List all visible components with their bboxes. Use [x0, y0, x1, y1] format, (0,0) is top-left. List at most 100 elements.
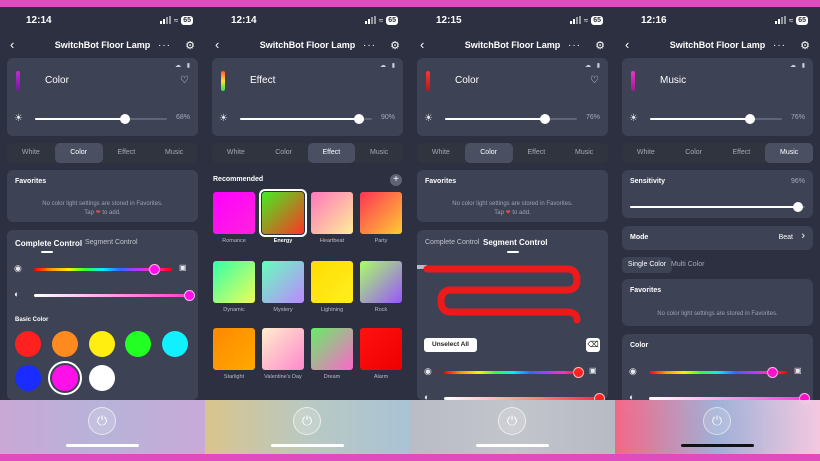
brightness-icon: ☀	[14, 113, 23, 124]
status-time: 12:14	[26, 14, 52, 26]
tab-complete-control[interactable]: Complete Control	[15, 239, 82, 248]
tab-music[interactable]: Music	[560, 143, 608, 163]
swatch-yellow[interactable]	[89, 331, 115, 357]
home-indicator	[476, 444, 549, 447]
tab-music[interactable]: Music	[765, 143, 813, 163]
favorite-heart-icon[interactable]: ♡	[180, 75, 189, 86]
effect-tile[interactable]	[311, 261, 353, 303]
signal-icon	[159, 16, 171, 24]
color-picker-icon[interactable]: ▣	[589, 366, 597, 375]
tab-white[interactable]: White	[417, 143, 465, 163]
power-icon[interactable]: ⏻	[293, 407, 321, 435]
recommended-title: Recommended	[213, 176, 264, 183]
power-bar: ⏻	[205, 400, 410, 454]
swatch-blue[interactable]	[15, 365, 41, 391]
tab-segment-control[interactable]: Segment Control	[483, 238, 547, 247]
sensitivity-slider[interactable]	[630, 202, 805, 212]
swatch-red[interactable]	[15, 331, 41, 357]
effect-tile[interactable]	[311, 192, 353, 234]
more-dots-icon[interactable]: ···	[773, 40, 786, 51]
brightness-slider[interactable]	[35, 114, 167, 124]
tab-complete-control[interactable]: Complete Control	[425, 239, 479, 246]
effect-label: Starlight	[223, 374, 245, 380]
tab-color[interactable]: Color	[464, 143, 513, 163]
effect-tile[interactable]	[262, 261, 304, 303]
nav-title: SwitchBot Floor Lamp	[464, 40, 561, 50]
power-icon[interactable]: ⏻	[498, 407, 526, 435]
tab-white[interactable]: White	[622, 143, 670, 163]
tab-segment-control[interactable]: Segment Control	[85, 239, 138, 246]
mode-tabs: White Color Effect Music	[417, 143, 608, 163]
status-time: 12:16	[641, 14, 667, 26]
swatch-orange[interactable]	[52, 331, 78, 357]
unselect-all-button[interactable]: Unselect All	[424, 338, 477, 352]
power-bar: ⏻	[410, 400, 615, 454]
effect-tile[interactable]	[262, 328, 304, 370]
effect-label: Dream	[323, 374, 341, 380]
tab-white[interactable]: White	[212, 143, 260, 163]
lamp-icon	[16, 71, 20, 91]
add-icon[interactable]: +	[390, 174, 402, 186]
phones-strip: 12:14 ≈ 65 ‹ SwitchBot Floor Lamp ··· ⚙ …	[0, 7, 820, 454]
effect-tile[interactable]	[259, 189, 307, 237]
brightness-slider[interactable]	[240, 114, 372, 124]
effect-tile[interactable]	[311, 328, 353, 370]
tab-effect[interactable]: Effect	[718, 143, 766, 163]
swatch-cyan[interactable]	[162, 331, 188, 357]
effect-label: Dynamic	[223, 307, 245, 313]
phone-color-complete: 12:14 ≈ 65 ‹ SwitchBot Floor Lamp ··· ⚙ …	[0, 7, 205, 454]
more-dots-icon[interactable]: ···	[158, 40, 171, 51]
brightness-slider[interactable]	[650, 114, 782, 124]
power-icon[interactable]: ⏻	[703, 407, 731, 435]
swatch-magenta[interactable]	[48, 361, 82, 395]
mode-row-label: Mode	[630, 234, 649, 241]
home-indicator	[271, 444, 344, 447]
power-icon[interactable]: ⏻	[88, 407, 116, 435]
gear-icon[interactable]: ⚙	[800, 39, 810, 52]
mode-tabs: White Color Effect Music	[212, 143, 403, 163]
tab-color[interactable]: Color	[670, 143, 718, 163]
hue-slider[interactable]	[34, 264, 172, 275]
swatch-white[interactable]	[89, 365, 115, 391]
effect-tile[interactable]	[213, 192, 255, 234]
effect-tile[interactable]	[213, 261, 255, 303]
tab-music[interactable]: Music	[150, 143, 198, 163]
home-indicator	[681, 444, 754, 447]
favorite-heart-icon[interactable]: ♡	[590, 75, 599, 86]
effect-tile[interactable]	[360, 261, 402, 303]
eraser-icon[interactable]: ⌫	[586, 338, 600, 352]
nav-bar: ‹ SwitchBot Floor Lamp ··· ⚙	[615, 35, 820, 55]
saturation-slider[interactable]	[34, 290, 195, 301]
more-dots-icon[interactable]: ···	[568, 40, 581, 51]
more-dots-icon[interactable]: ···	[363, 40, 376, 51]
favorites-empty-hint: Tap ❤ to add.	[494, 210, 531, 216]
swatch-green[interactable]	[125, 331, 151, 357]
tab-effect[interactable]: Effect	[103, 143, 151, 163]
color-picker-icon[interactable]: ▣	[794, 366, 802, 375]
tab-single-color[interactable]: Single Color	[622, 257, 672, 273]
hue-slider[interactable]	[444, 367, 585, 378]
tab-white[interactable]: White	[7, 143, 55, 163]
color-picker-icon[interactable]: ▣	[179, 263, 187, 272]
effect-tile[interactable]	[213, 328, 255, 370]
tab-color[interactable]: Color	[54, 143, 103, 163]
lamp-segment-strip[interactable]	[417, 260, 608, 330]
gear-icon[interactable]: ⚙	[595, 39, 605, 52]
hue-slider[interactable]	[649, 367, 787, 378]
tab-color[interactable]: Color	[260, 143, 308, 163]
tab-effect[interactable]: Effect	[307, 143, 356, 163]
effect-tile[interactable]	[360, 192, 402, 234]
tab-music[interactable]: Music	[355, 143, 403, 163]
tab-multi-color[interactable]: Multi Color	[671, 261, 704, 268]
effect-tile[interactable]	[360, 328, 402, 370]
mode-row[interactable]: Mode Beat ›	[622, 226, 813, 250]
mode-card: ☁ ▮ Color ♡ ☀ 68%	[7, 58, 198, 136]
gear-icon[interactable]: ⚙	[185, 39, 195, 52]
palette-icon: ◉	[14, 263, 22, 273]
brightness-value: 76%	[790, 114, 805, 121]
gear-icon[interactable]: ⚙	[390, 39, 400, 52]
heart-icon: ❤	[95, 210, 101, 216]
tab-effect[interactable]: Effect	[513, 143, 561, 163]
brightness-slider[interactable]	[445, 114, 577, 124]
favorites-empty-text: No color light settings are stored in Fa…	[42, 201, 163, 207]
